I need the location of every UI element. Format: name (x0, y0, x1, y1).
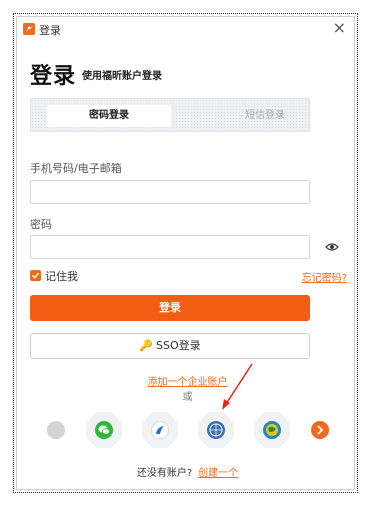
password-field-label: 密码 (30, 218, 52, 231)
login-button[interactable]: 登录 (30, 295, 310, 321)
globe-network-icon (263, 421, 281, 439)
password-input[interactable] (30, 235, 310, 259)
no-account-text: 还没有账户? (136, 468, 193, 479)
feishu-icon (151, 421, 169, 439)
window-title: 登录 (39, 24, 61, 37)
create-account-link[interactable]: 创建一个 (198, 468, 238, 479)
title-bar: 登录 × (17, 17, 354, 41)
carsi-icon (207, 421, 225, 439)
scroll-right-icon[interactable] (311, 421, 329, 439)
scroll-left-icon[interactable] (47, 421, 65, 439)
account-input[interactable] (30, 180, 310, 204)
carsi-login-button[interactable] (198, 412, 234, 448)
tab-sms-login[interactable]: 短信登录 (203, 105, 327, 127)
login-mode-tabs: 密码登录 短信登录 (30, 98, 310, 132)
network-login-button[interactable] (254, 412, 290, 448)
page-title: 登录 (30, 64, 77, 89)
signup-row: 还没有账户? 创建一个 (0, 464, 375, 479)
account-field-label: 手机号码/电子邮箱 (30, 162, 122, 175)
show-password-icon[interactable] (325, 242, 339, 252)
third-party-login-row (0, 412, 375, 452)
or-separator: 或 (182, 392, 193, 403)
key-icon: 🔑 (139, 339, 154, 352)
page-subtitle: 使用福昕账户登录 (82, 71, 162, 82)
sso-login-button[interactable]: 🔑 SSO登录 (30, 333, 310, 359)
app-logo-icon (23, 23, 35, 35)
feishu-login-button[interactable] (142, 412, 178, 448)
remember-me-checkbox[interactable] (30, 270, 41, 281)
wechat-login-button[interactable] (86, 412, 122, 448)
forgot-password-link[interactable]: 忘记密码? (302, 269, 347, 284)
close-icon[interactable]: × (333, 19, 346, 37)
wechat-icon (95, 421, 113, 439)
tab-password-login[interactable]: 密码登录 (47, 105, 171, 127)
sso-login-label: SSO登录 (156, 339, 201, 352)
add-enterprise-account-link[interactable]: 添加一个企业账户 (0, 373, 375, 388)
remember-me-label: 记住我 (45, 270, 78, 283)
